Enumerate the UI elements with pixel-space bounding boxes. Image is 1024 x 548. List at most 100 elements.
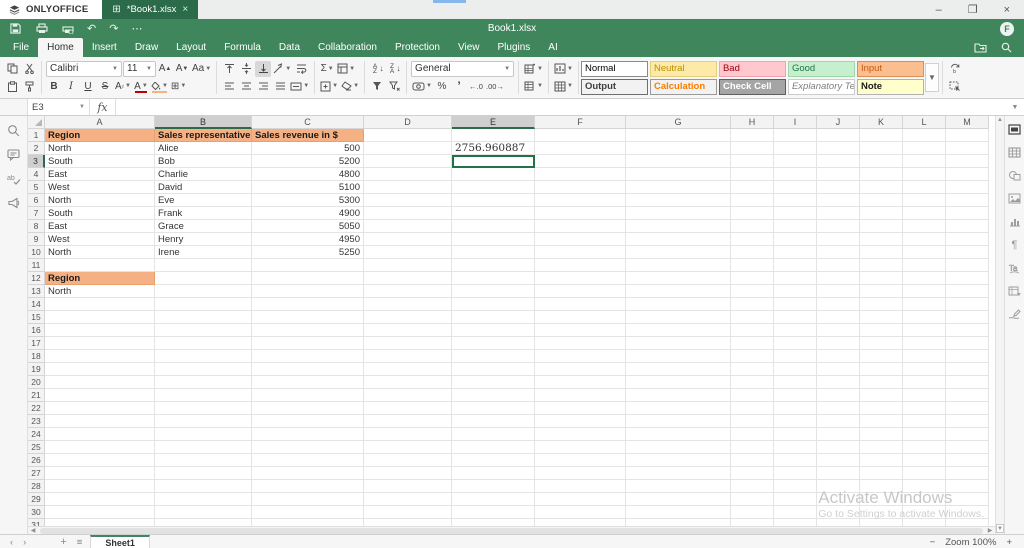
cell-D5[interactable] xyxy=(364,181,452,194)
cell-L7[interactable] xyxy=(903,207,946,220)
cell-L28[interactable] xyxy=(903,480,946,493)
cell-C2[interactable]: 500 xyxy=(252,142,364,155)
cell-K23[interactable] xyxy=(860,415,903,428)
clear-icon[interactable]: ▼ xyxy=(340,78,360,94)
wrap-text-icon[interactable] xyxy=(293,61,309,77)
scroll-right-icon[interactable]: ▶ xyxy=(985,527,995,534)
cell-I18[interactable] xyxy=(774,350,817,363)
cell-J18[interactable] xyxy=(817,350,860,363)
autosum-icon[interactable]: Σ ▼ xyxy=(319,61,335,77)
cell-J2[interactable] xyxy=(817,142,860,155)
cell-B16[interactable] xyxy=(155,324,252,337)
cell-E29[interactable] xyxy=(452,493,535,506)
cell-L6[interactable] xyxy=(903,194,946,207)
cell-A5[interactable]: West xyxy=(45,181,155,194)
column-header-I[interactable]: I xyxy=(774,116,817,129)
cell-C15[interactable] xyxy=(252,311,364,324)
cell-L5[interactable] xyxy=(903,181,946,194)
text-orientation-icon[interactable]: ▼ xyxy=(272,61,292,77)
font-size-select[interactable]: 11 ▼ xyxy=(123,60,156,77)
cell-A16[interactable] xyxy=(45,324,155,337)
select-all-corner[interactable] xyxy=(28,116,45,129)
cell-L15[interactable] xyxy=(903,311,946,324)
cell-H25[interactable] xyxy=(731,441,774,454)
cell-D18[interactable] xyxy=(364,350,452,363)
horizontal-scroll-thumb[interactable] xyxy=(40,527,983,534)
cell-D20[interactable] xyxy=(364,376,452,389)
cell-E28[interactable] xyxy=(452,480,535,493)
cell-A28[interactable] xyxy=(45,480,155,493)
cell-E10[interactable] xyxy=(452,246,535,259)
cell-C9[interactable]: 4950 xyxy=(252,233,364,246)
cell-F9[interactable] xyxy=(535,233,626,246)
cell-F6[interactable] xyxy=(535,194,626,207)
cell-J7[interactable] xyxy=(817,207,860,220)
justify-icon[interactable] xyxy=(272,78,288,94)
cell-D13[interactable] xyxy=(364,285,452,298)
cell-B28[interactable] xyxy=(155,480,252,493)
cell-C16[interactable] xyxy=(252,324,364,337)
cell-I13[interactable] xyxy=(774,285,817,298)
cell-F30[interactable] xyxy=(535,506,626,519)
cell-F5[interactable] xyxy=(535,181,626,194)
cell-I21[interactable] xyxy=(774,389,817,402)
window-close-button[interactable]: × xyxy=(1004,4,1010,16)
cell-C26[interactable] xyxy=(252,454,364,467)
menu-item-draw[interactable]: Draw xyxy=(126,38,167,57)
sort-ascending-icon[interactable]: A Z ↓ xyxy=(369,61,385,77)
row-header-12[interactable]: 12 xyxy=(28,272,45,285)
cell-J15[interactable] xyxy=(817,311,860,324)
cell-L27[interactable] xyxy=(903,467,946,480)
horizontal-scrollbar[interactable]: ◀ ▶ xyxy=(28,526,995,534)
cell-M7[interactable] xyxy=(946,207,989,220)
cell-B13[interactable] xyxy=(155,285,252,298)
zoom-in-icon[interactable]: + xyxy=(1006,537,1012,548)
cell-D14[interactable] xyxy=(364,298,452,311)
cell-H22[interactable] xyxy=(731,402,774,415)
cell-H13[interactable] xyxy=(731,285,774,298)
cell-H21[interactable] xyxy=(731,389,774,402)
formula-bar-collapse-icon[interactable]: ▼ xyxy=(1006,99,1024,115)
insert-cells-small-icon[interactable]: ▼ xyxy=(319,78,339,94)
scroll-down-icon[interactable]: ▼ xyxy=(996,524,1004,533)
cell-D2[interactable] xyxy=(364,142,452,155)
cell-H9[interactable] xyxy=(731,233,774,246)
cell-F19[interactable] xyxy=(535,363,626,376)
column-header-H[interactable]: H xyxy=(731,116,774,129)
cell-E19[interactable] xyxy=(452,363,535,376)
menu-item-home[interactable]: Home xyxy=(38,38,83,57)
cell-H26[interactable] xyxy=(731,454,774,467)
cell-A12[interactable]: Region xyxy=(45,272,155,285)
cell-D16[interactable] xyxy=(364,324,452,337)
cell-B27[interactable] xyxy=(155,467,252,480)
cell-J20[interactable] xyxy=(817,376,860,389)
insert-function-icon[interactable]: fx xyxy=(90,99,116,115)
cell-I28[interactable] xyxy=(774,480,817,493)
cell-L23[interactable] xyxy=(903,415,946,428)
cell-F15[interactable] xyxy=(535,311,626,324)
cell-B24[interactable] xyxy=(155,428,252,441)
cell-L4[interactable] xyxy=(903,168,946,181)
cell-G3[interactable] xyxy=(626,155,731,168)
cell-C17[interactable] xyxy=(252,337,364,350)
cell-M12[interactable] xyxy=(946,272,989,285)
customize-quick-access-icon[interactable]: ⋯ xyxy=(131,23,142,34)
window-minimize-button[interactable]: – xyxy=(936,4,942,16)
row-header-13[interactable]: 13 xyxy=(28,285,45,298)
cell-B23[interactable] xyxy=(155,415,252,428)
cell-J5[interactable] xyxy=(817,181,860,194)
cell-M30[interactable] xyxy=(946,506,989,519)
cell-A9[interactable]: West xyxy=(45,233,155,246)
row-header-21[interactable]: 21 xyxy=(28,389,45,402)
cell-L22[interactable] xyxy=(903,402,946,415)
cell-L2[interactable] xyxy=(903,142,946,155)
cell-K11[interactable] xyxy=(860,259,903,272)
cell-M4[interactable] xyxy=(946,168,989,181)
cell-D24[interactable] xyxy=(364,428,452,441)
cell-L13[interactable] xyxy=(903,285,946,298)
cell-H7[interactable] xyxy=(731,207,774,220)
cell-C6[interactable]: 5300 xyxy=(252,194,364,207)
row-header-10[interactable]: 10 xyxy=(28,246,45,259)
cell-L8[interactable] xyxy=(903,220,946,233)
cell-J27[interactable] xyxy=(817,467,860,480)
